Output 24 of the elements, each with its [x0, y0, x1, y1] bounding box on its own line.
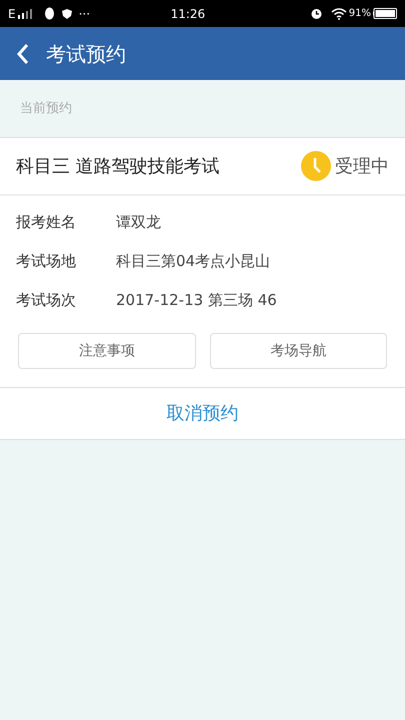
- action-button[interactable]: 考场导航: [210, 333, 387, 369]
- field-label: 考试场次: [16, 290, 77, 312]
- field-label: 考试场地: [16, 251, 77, 272]
- alarm-icon: [310, 7, 323, 20]
- signal-icon: [18, 8, 32, 18]
- battery-icon: [373, 8, 397, 19]
- section-label: 当前预约: [20, 100, 72, 118]
- network-type: E: [8, 6, 16, 22]
- battery-percent: 91%: [348, 7, 371, 21]
- wifi-icon: [330, 8, 347, 20]
- field-label: 报考姓名: [16, 212, 77, 234]
- field-value: 科目三第04考点小昆山: [116, 251, 270, 272]
- back-icon: [16, 42, 30, 64]
- field-value: 谭双龙: [116, 212, 161, 234]
- field-value: 2017-12-13 第三场 46: [116, 290, 277, 312]
- page-title: 考试预约: [46, 40, 126, 68]
- action-button[interactable]: 注意事项: [18, 333, 196, 369]
- status-text: 受理中: [335, 154, 389, 178]
- shield-icon: [60, 8, 73, 20]
- more-indicator: ···: [78, 6, 90, 22]
- exam-title: 科目三 道路驾驶技能考试: [16, 154, 221, 178]
- cancel-button[interactable]: 取消预约: [0, 387, 405, 439]
- clock-icon: [301, 151, 331, 181]
- clock-time: 11:26: [170, 6, 206, 22]
